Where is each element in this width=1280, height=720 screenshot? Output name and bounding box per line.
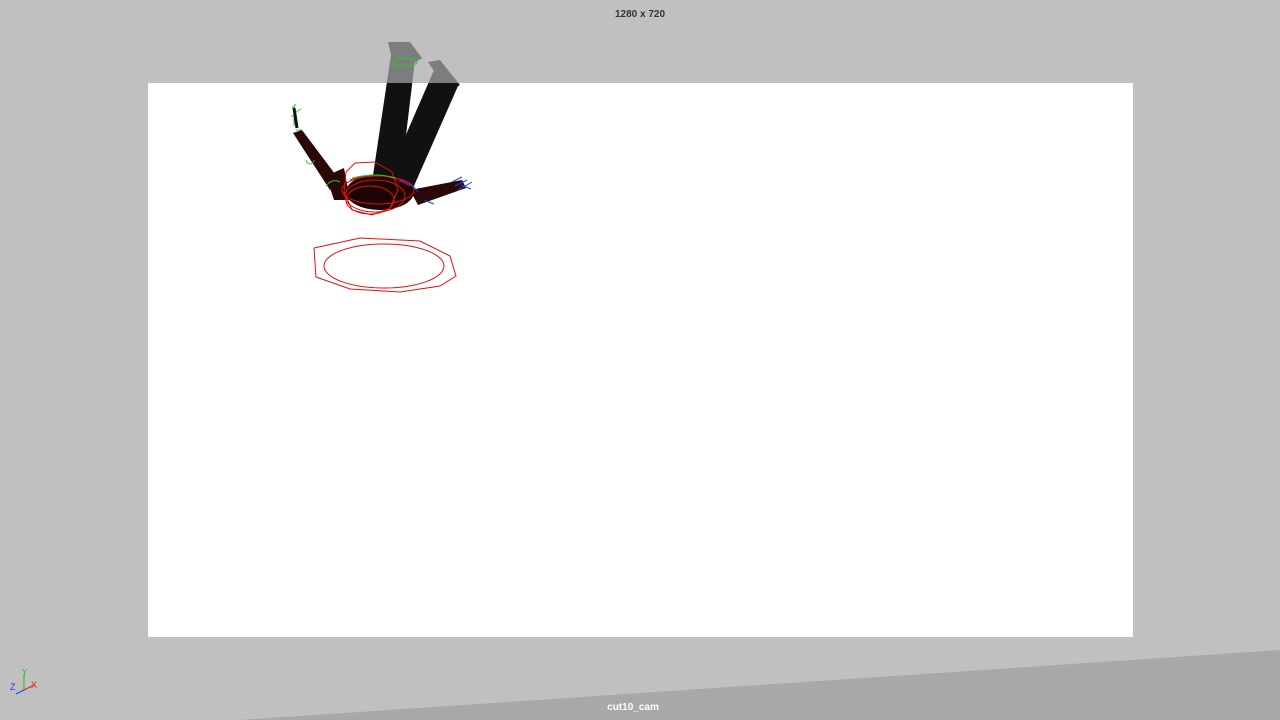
- character-rig[interactable]: [0, 0, 1280, 720]
- camera-name-label: cut10_cam: [607, 702, 659, 713]
- camera-viewport[interactable]: 1280 x 720 Y X Z cut10_cam: [0, 0, 1280, 720]
- axis-gizmo: Y X Z: [10, 668, 37, 695]
- character-legs[interactable]: [372, 36, 470, 195]
- root-control[interactable]: [313, 237, 457, 293]
- axis-x-label: X: [31, 680, 37, 690]
- axis-z-label: Z: [10, 682, 16, 692]
- axis-y-label: Y: [22, 668, 28, 677]
